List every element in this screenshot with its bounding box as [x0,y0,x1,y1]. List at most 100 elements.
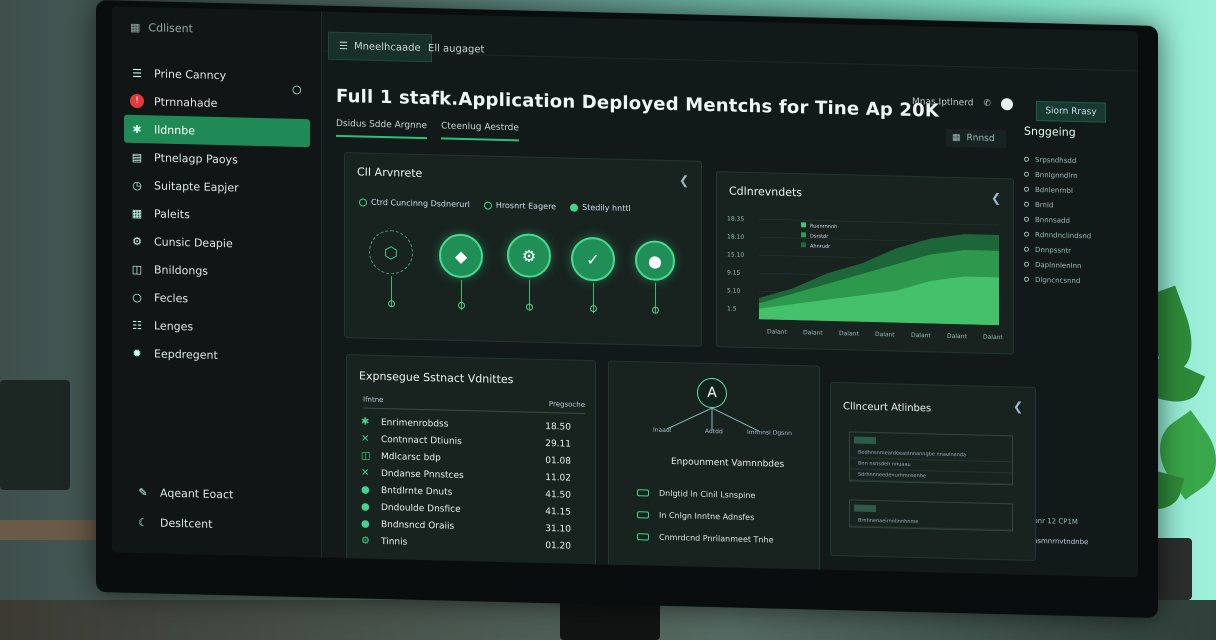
sub-tab-0[interactable]: Dsidus Sdde Argnne [336,115,427,140]
ci-pipeline-card: CII Arvnrete ❮ Ctrd Cuncinng Dsdnerurl H… [344,152,702,347]
sidebar-item-2[interactable]: ✱ Ildnnbe [124,114,310,148]
sidebar-item-9[interactable]: ☷ Lenges [124,311,310,344]
y-tick-label: 5.10 [727,287,741,294]
x-tick-label: Dalant [947,333,967,340]
sidebar-item-8[interactable]: ○ Fecles [124,283,310,316]
dependency-icon: ◫ [361,450,371,462]
build-icon: ◫ [131,262,143,276]
dependency-icon: ✕ [361,467,370,479]
legend-item: Hrosnrt Eagere [483,200,556,211]
card-title: Enpounment Vamnnbdes [671,457,785,470]
chevron-left-icon[interactable]: ❮ [1013,399,1023,413]
sidebar-item-7[interactable]: ◫ Bnildongs [124,255,310,288]
sidebar-bottom: ✎ Aqeant Eoact ☾ Desltcent [130,477,233,540]
env-variable-item[interactable]: Cnmrdcnd Pnrilanmeet Tnhe [637,532,774,545]
sidebar-item-label: Fecles [154,290,189,305]
dependency-value: 18.50 [545,421,571,433]
background-table [0,520,110,540]
graph-node-label: Inaadl [653,426,672,435]
tab-secondary[interactable]: Ell augaget [418,34,494,64]
legend-swatch [801,232,806,238]
build-stage-icon[interactable]: ⚙ [507,233,551,279]
y-tick-label: 18.10 [727,233,744,240]
network-icon[interactable]: ⬡ [369,229,413,275]
x-tick-label: Dalant [767,328,787,335]
key-icon [637,533,649,541]
sidebar-item-3[interactable]: ▤ Ptnelagp Paoys [124,143,310,176]
gear-icon: ✱ [132,122,142,136]
sidebar-item-label: Suitapte Eapjer [154,178,239,194]
user-stage-icon[interactable]: ● [635,240,675,282]
dependency-icon: ✕ [361,433,370,445]
sidebar-item-10[interactable]: ✹ Eepdregent [124,339,310,372]
dependency-value: 01.20 [545,540,571,552]
ci-legend: Ctrd Cuncinng Dsdnerurl Hrosnrt Eagere S… [359,197,631,213]
dependency-name: Bndnsncd Oraiis [381,519,455,532]
env-variable-item[interactable]: In Cnlgn Inntne Adnsfes [637,510,754,522]
radio-icon [1024,171,1029,177]
secondary-action-button[interactable]: ▦ Rnnsd [946,128,1006,149]
dependency-icon: ● [361,484,370,496]
header-status-text: Mnas Iptlnerd [912,96,974,109]
sidebar-account[interactable]: ✎ Aqeant Eoact [130,477,233,510]
dependency-icon: ● [361,501,370,513]
diamond-stage-icon[interactable]: ◆ [439,233,483,279]
dependency-value: 31.10 [545,523,571,535]
dependency-icon: ⚙ [361,535,370,547]
dependency-value: 41.15 [545,506,571,518]
x-tick-label: Dalant [911,332,931,339]
settings-icon: ✹ [132,346,142,360]
dependency-value: 01.08 [545,455,571,467]
dependency-value: 41.50 [545,489,571,501]
sidebar-item-6[interactable]: ⚙ Cunsic Deapie [124,227,310,260]
radio-icon [1024,216,1029,222]
sidebar-theme[interactable]: ☾ Desltcent [130,507,233,540]
background-shelf [0,380,70,490]
environment-card: A Inaadl Adtdd Imnnnsi Dgsnn Enpounment … [608,360,820,572]
key-icon [637,489,649,497]
right-settings-panel: Snggeing Srpsndhsdd Bnnlgnndlrn Bdnlenrnbl… [1024,125,1134,568]
stack-icon: ☰ [339,40,348,52]
graph-node-label: Adtdd [705,427,723,436]
cert-group: Bedhnsnmeardeeastnnanngbe nnaulnenda Bnn… [849,431,1013,486]
sidebar-item-label: Paleits [154,206,190,221]
chevron-left-icon[interactable]: ❮ [679,173,689,187]
folder-icon: ▤ [131,150,143,164]
sidebar-item-5[interactable]: ▦ Paleits [124,199,310,232]
sidebar-item-label: Cunsic Deapie [154,234,233,250]
sidebar-item-0[interactable]: ☰ Prine Canncy [124,59,310,92]
circle-icon: ○ [132,290,142,304]
card-title: Expnsegue Sstnact Vdnittes [359,369,514,387]
page-title: Full 1 stafk.Application Deployed Mentch… [336,85,940,122]
settings-list-item[interactable]: Dlgncncsnnd [1024,272,1134,290]
radio-icon [1024,186,1029,192]
legend-swatch [801,242,806,248]
sidebar-item-label: Ptnelagp Paoys [154,150,238,166]
moon-icon: ☾ [138,515,148,529]
table-header: Ifntne Pregsoche [363,395,585,414]
graph-node-label: Imnnnsi Dgsnn [747,428,792,438]
env-variable-item[interactable]: Dnlgtid ln Cinil Lsnspine [637,488,755,500]
radio-icon [1024,231,1029,237]
sidebar-item-4[interactable]: ◷ Suitapte Eapjer [124,171,310,204]
cert-row: Brnhnenaeirnnlinnhnme [850,515,1012,531]
phone-icon[interactable]: ✆ [983,99,991,109]
card-title: CII Arvnrete [357,165,423,180]
monitor: ▦ Cdlisent ○ ☰ Prine Canncy ! Ptrnnahade ✱… [96,0,1158,618]
tab-dashboard[interactable]: ☰ Mneelhcaade [328,31,432,63]
check-stage-icon[interactable]: ✓ [571,236,615,282]
grid-icon: ▦ [952,132,961,144]
radio-icon [1024,261,1029,267]
dependency-icon: ● [361,518,370,530]
sidebar-item-1[interactable]: ! Ptrnnahade [124,87,310,120]
sidebar-item-label: Desltcent [160,516,213,531]
brand: ▦ Cdlisent [130,21,193,36]
primary-action-button[interactable]: Siorn Rrasy [1036,100,1106,123]
sub-tab-1[interactable]: Cteenlug Aestrde [440,118,519,142]
column-header-value: Pregsoche [548,400,585,409]
dependencies-table: ✱ Enrimenrobdss 18.50 ✕ Contnnact Dtiunis 29.… [361,413,571,554]
y-tick-label: 15.10 [727,251,744,258]
y-tick-label: 9.15 [727,269,741,276]
avatar[interactable] [1000,98,1013,111]
legend-label: Ruenrnnnh [810,223,837,230]
